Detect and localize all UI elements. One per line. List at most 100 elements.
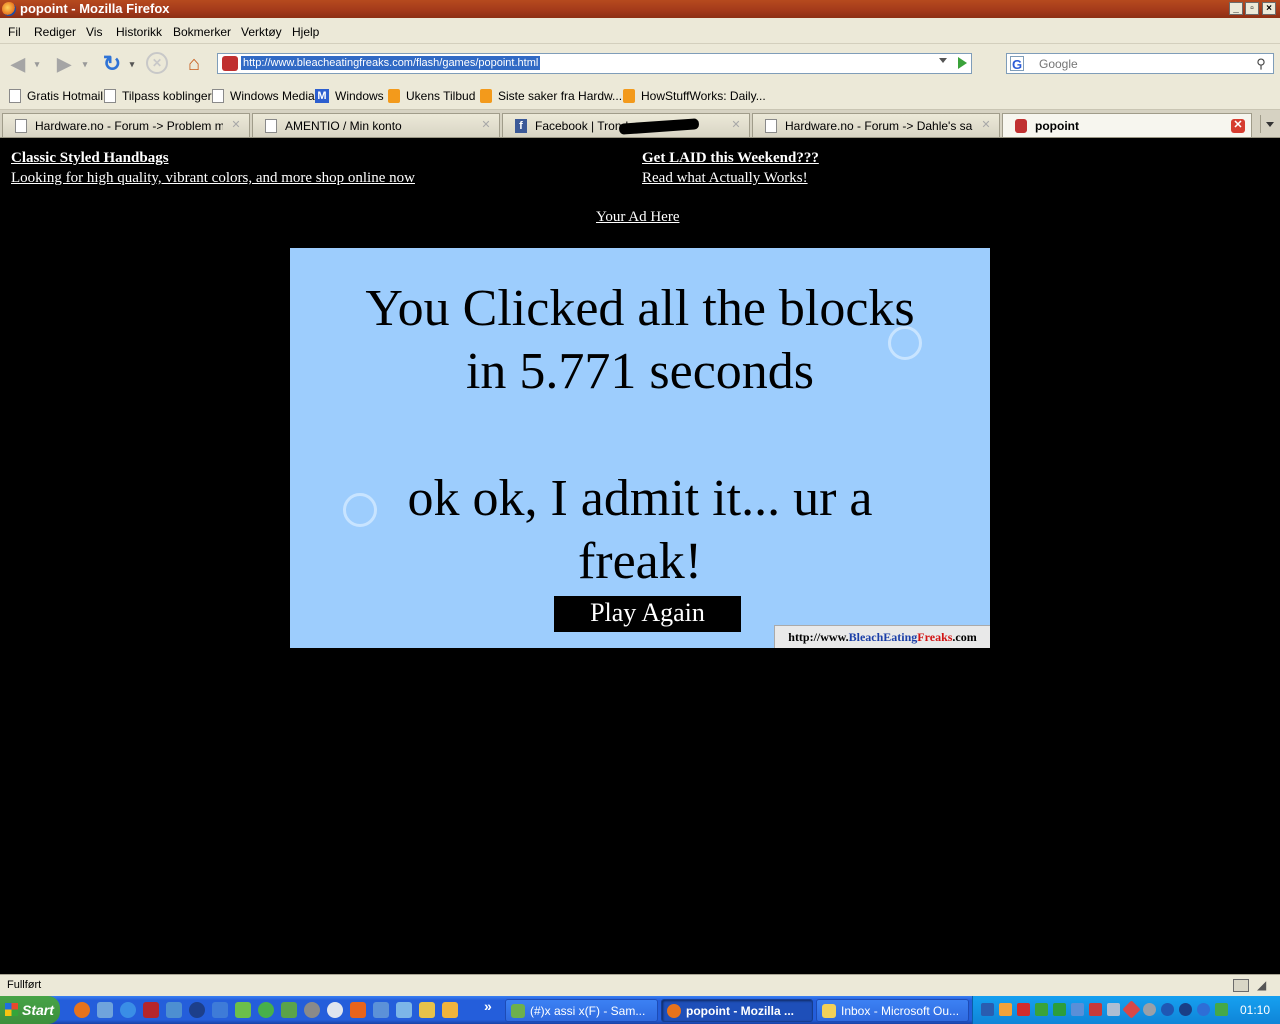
quicklaunch-icon[interactable] <box>212 1002 228 1018</box>
home-icon[interactable]: ⌂ <box>182 52 206 76</box>
quicklaunch-icon[interactable] <box>235 1002 251 1018</box>
status-page-icon[interactable] <box>1233 979 1249 992</box>
reload-icon[interactable]: ↻ <box>100 51 124 76</box>
ring-icon <box>888 326 922 360</box>
status-bar: Fullført ◢ <box>0 974 1280 996</box>
status-plugin-icon[interactable]: ◢ <box>1257 978 1273 992</box>
menu-help[interactable]: Hjelp <box>292 25 319 39</box>
close-tab-icon[interactable]: ✕ <box>729 119 743 133</box>
quicklaunch-icon[interactable] <box>258 1002 274 1018</box>
tab-facebook[interactable]: f Facebook | Trond ✕ <box>502 113 750 137</box>
taskbar-task-sametime[interactable]: (#)x assi x(F) - Sam... <box>505 999 658 1022</box>
search-box[interactable]: G ⚲ <box>1006 53 1274 74</box>
quicklaunch-icon[interactable] <box>419 1002 435 1018</box>
reload-dropdown[interactable]: ▾ <box>125 52 139 76</box>
quicklaunch-icon[interactable] <box>304 1002 320 1018</box>
word-icon[interactable] <box>981 1003 994 1016</box>
menu-history[interactable]: Historikk <box>116 25 162 39</box>
close-tab-icon[interactable]: ✕ <box>979 119 993 133</box>
tray-icon[interactable] <box>1035 1003 1048 1016</box>
google-engine-icon[interactable]: G <box>1010 56 1024 72</box>
tray-icon[interactable] <box>1017 1003 1030 1016</box>
ad-right-title-link[interactable]: Get LAID this Weekend??? <box>642 150 819 167</box>
quicklaunch-icon[interactable] <box>442 1002 458 1018</box>
tab-hardware-problem[interactable]: Hardware.no - Forum -> Problem med v... … <box>2 113 250 137</box>
menu-edit[interactable]: Rediger <box>34 25 76 39</box>
ad-right-text-link[interactable]: Read what Actually Works! <box>642 170 808 187</box>
tray-icon[interactable] <box>1215 1003 1228 1016</box>
tray-icon[interactable] <box>999 1003 1012 1016</box>
tray-icon[interactable] <box>1143 1003 1156 1016</box>
ad-left-text-link[interactable]: Looking for high quality, vibrant colors… <box>11 170 415 187</box>
task-label: (#)x assi x(F) - Sam... <box>530 1004 646 1018</box>
volume-icon[interactable] <box>1107 1003 1120 1016</box>
window-title-bar[interactable]: popoint - Mozilla Firefox _ ▫ × <box>0 0 1280 18</box>
menu-view[interactable]: Vis <box>86 25 102 39</box>
quicklaunch-icon[interactable] <box>97 1002 113 1018</box>
flash-game-area[interactable]: You Clicked all the blocks in 5.771 seco… <box>290 248 990 648</box>
task-label: Inbox - Microsoft Ou... <box>841 1004 960 1018</box>
quicklaunch-chevron-icon[interactable]: » <box>484 998 492 1014</box>
bookmark-howstuffworks[interactable]: HowStuffWorks: Daily... <box>623 89 766 103</box>
quicklaunch-icon[interactable] <box>143 1002 159 1018</box>
menu-tools[interactable]: Verktøy <box>241 25 282 39</box>
bleacheatingfreaks-link[interactable]: http://www.BleachEatingFreaks.com <box>774 625 990 648</box>
media-player-icon[interactable] <box>189 1002 205 1018</box>
quicklaunch-icon[interactable] <box>396 1002 412 1018</box>
close-tab-icon[interactable]: ✕ <box>1231 118 1245 133</box>
play-again-button[interactable]: Play Again <box>554 596 741 632</box>
internet-explorer-icon[interactable] <box>120 1002 136 1018</box>
quicklaunch-icon[interactable] <box>350 1002 366 1018</box>
url-text[interactable]: http://www.bleacheatingfreaks.com/flash/… <box>241 56 541 70</box>
your-ad-here-link[interactable]: Your Ad Here <box>596 209 679 226</box>
close-tab-icon[interactable]: ✕ <box>479 119 493 133</box>
bookmark-gratis-hotmail[interactable]: Gratis Hotmail <box>9 89 103 103</box>
search-icon[interactable]: ⚲ <box>1253 56 1269 71</box>
tab-hardware-dahle[interactable]: Hardware.no - Forum -> Dahle's samling..… <box>752 113 1000 137</box>
back-arrow-icon[interactable]: ◀ <box>6 52 30 76</box>
ad-left-title-link[interactable]: Classic Styled Handbags <box>11 150 169 167</box>
tray-icon[interactable] <box>1053 1003 1066 1016</box>
network-icon[interactable] <box>1071 1003 1084 1016</box>
quicklaunch-icon[interactable] <box>327 1002 343 1018</box>
bookmark-tilpass-koblinger[interactable]: Tilpass koblinger <box>104 89 212 103</box>
start-button[interactable]: Start <box>0 996 60 1024</box>
quicklaunch-icon[interactable] <box>166 1002 182 1018</box>
tab-bar: Hardware.no - Forum -> Problem med v... … <box>0 110 1280 138</box>
bookmark-windows[interactable]: M Windows <box>315 89 384 103</box>
taskbar-task-firefox[interactable]: popoint - Mozilla ... <box>661 999 813 1022</box>
url-dropdown-icon[interactable] <box>939 58 947 63</box>
bookmark-windows-media[interactable]: Windows Media <box>212 89 315 103</box>
bookmark-ukens-tilbud[interactable]: Ukens Tilbud <box>388 89 475 103</box>
go-arrow-icon[interactable] <box>958 57 967 69</box>
close-window-button[interactable]: × <box>1262 2 1276 15</box>
close-tab-icon[interactable]: ✕ <box>229 119 243 133</box>
link-part-bleach: Bleach <box>848 630 884 644</box>
address-bar[interactable]: http://www.bleacheatingfreaks.com/flash/… <box>217 53 972 74</box>
tab-popoint[interactable]: popoint ✕ <box>1002 113 1252 137</box>
menu-file[interactable]: Fil <box>8 25 21 39</box>
minimize-button[interactable]: _ <box>1229 2 1243 15</box>
taskbar-task-outlook[interactable]: Inbox - Microsoft Ou... <box>816 999 969 1022</box>
quicklaunch-icon[interactable] <box>373 1002 389 1018</box>
menu-bookmarks[interactable]: Bokmerker <box>173 25 231 39</box>
tray-icon[interactable] <box>1122 1000 1141 1019</box>
bookmark-siste-saker[interactable]: Siste saker fra Hardw... <box>480 89 622 103</box>
tab-list-dropdown[interactable] <box>1260 115 1278 133</box>
info-icon[interactable] <box>1161 1003 1174 1016</box>
search-input[interactable] <box>1039 56 1239 71</box>
firefox-quicklaunch-icon[interactable] <box>74 1002 90 1018</box>
stop-icon[interactable]: ✕ <box>146 52 168 74</box>
tray-icon[interactable] <box>1089 1003 1102 1016</box>
forward-arrow-icon[interactable]: ▶ <box>52 52 76 76</box>
firefox-icon[interactable] <box>2 2 16 16</box>
page-icon <box>104 89 116 103</box>
maximize-button[interactable]: ▫ <box>1245 2 1259 15</box>
bluetooth-icon[interactable] <box>1197 1003 1210 1016</box>
tray-icon[interactable] <box>1179 1003 1192 1016</box>
quicklaunch-icon[interactable] <box>281 1002 297 1018</box>
clock[interactable]: 01:10 <box>1240 996 1270 1024</box>
tab-amentio[interactable]: AMENTIO / Min konto ✕ <box>252 113 500 137</box>
forward-history-dropdown[interactable]: ▾ <box>78 52 92 76</box>
back-history-dropdown[interactable]: ▾ <box>30 52 44 76</box>
